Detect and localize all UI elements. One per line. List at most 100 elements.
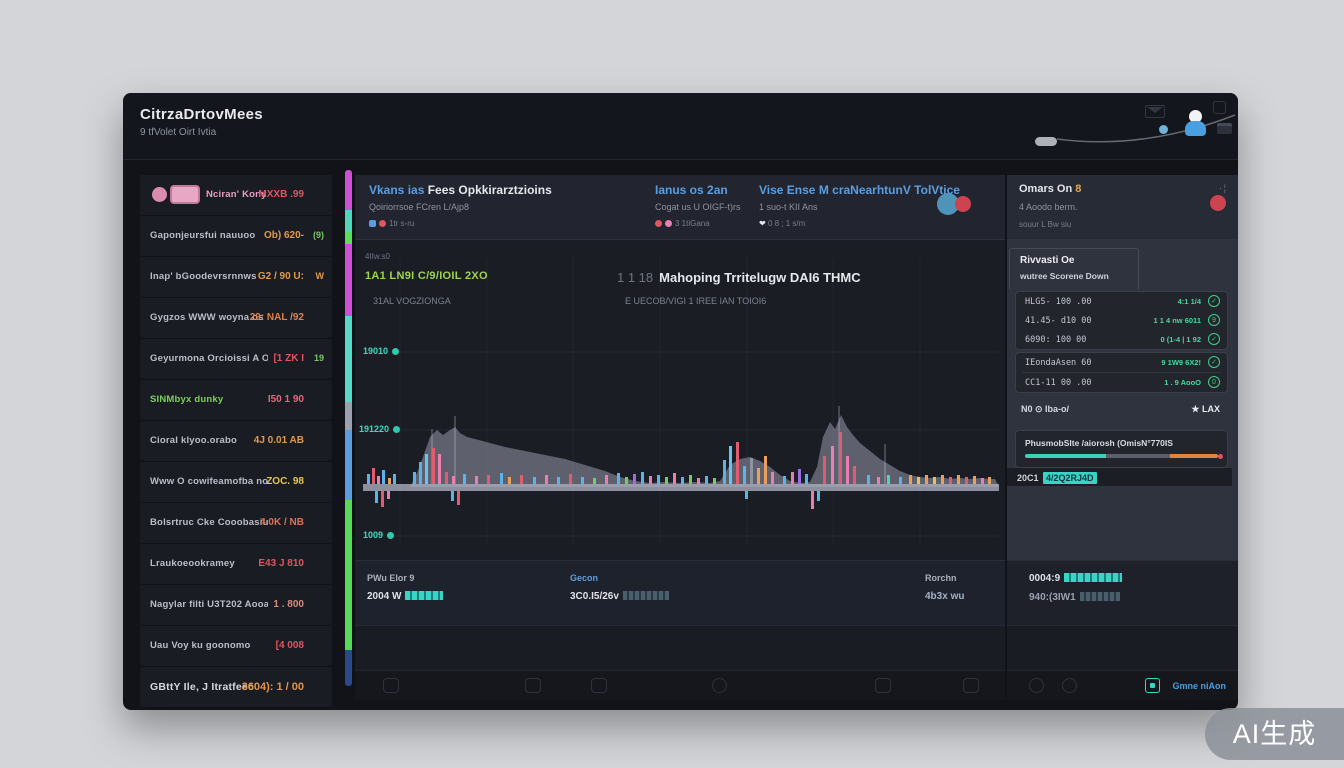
placeholder-icon[interactable] [875, 678, 891, 693]
summary-value: ★ LAX [1191, 404, 1220, 415]
placeholder-icon[interactable] [383, 678, 399, 693]
progress-card: PhusmobSlte /aiorosh (OmisN°770IS [1015, 430, 1228, 468]
sidebar-item[interactable]: Nagylar filti U3T202 Aooak 1 . 800 [140, 585, 332, 626]
column1-title: Fees Opkkirarztzioins [428, 183, 552, 197]
empty-band [355, 625, 1005, 670]
item-value2: W [316, 271, 325, 281]
accent-strip [345, 170, 352, 686]
sidebar-item[interactable]: Bolsrtruc Cke Cooobasiu lyo 4 0K / NB [140, 503, 332, 544]
item-value: 29: NAL /92 [250, 312, 304, 323]
placeholder-icon[interactable] [525, 678, 541, 693]
printer-icon[interactable] [1217, 123, 1232, 134]
red-dot-icon [655, 220, 662, 227]
table-row[interactable]: IEondaAsen 60 9 1W9 6X2! ✓ [1016, 353, 1227, 372]
stat-value: 940:(3IW1 [1029, 592, 1076, 603]
stat-block: PWu Elor 9 2004 W [367, 573, 443, 602]
row-value-left: IEondaAsen 60 [1025, 358, 1092, 368]
main-footer-bar [355, 670, 1005, 700]
status-badge: ✓ [1208, 356, 1220, 368]
avatar[interactable] [1185, 110, 1207, 136]
row-value-left: CC1-11 00 .00 [1025, 378, 1092, 388]
item-value: MXXB .99 [258, 189, 304, 200]
sidebar-item[interactable]: Lraukoeookramey E43 J 810 [140, 544, 332, 585]
window-icon[interactable] [1213, 101, 1226, 114]
item-value: 4 0K / NB [260, 517, 304, 528]
sidebar-item[interactable]: Www O cowifeamofba no ZOC. 98 [140, 462, 332, 503]
table-row[interactable]: 6090: 100 00 0 (1-4 | 1 92 ✓ [1016, 330, 1227, 349]
sidebar-item[interactable]: Nciran' Kony MXXB .99 [140, 175, 332, 216]
item-value2: 19 [314, 353, 324, 363]
right-title: Omars On [1019, 183, 1075, 195]
summary-row[interactable]: N0 ⊙ Iba-o/ ★ LAX [1015, 400, 1228, 420]
right-title-badge: 8 [1075, 183, 1081, 195]
mail-icon[interactable] [1145, 105, 1165, 118]
ai-watermark: AI生成 [1205, 708, 1344, 760]
item-value: 3604): 1 / 00 [242, 681, 304, 693]
sidebar-item[interactable]: Geyurmona Orcioissi A O Un [1 ZK I 19 [140, 339, 332, 380]
top-bar: CitrzaDrtovMees 9 tfVolet Oirt Ivtia [123, 93, 1238, 160]
row-value-right: 4:1 1/4 [1178, 297, 1201, 306]
row-value-right: 1 . 9 AooO [1164, 378, 1201, 387]
app-subtitle: 9 tfVolet Oirt Ivtia [140, 127, 216, 138]
item-label: Gaponjeursfui nauuoo [150, 230, 255, 241]
sidebar-item[interactable]: GBttY Ile, J Itratfeec 3604): 1 / 00 [140, 667, 332, 708]
status-badge: ✓ [1208, 333, 1220, 345]
sidebar-item[interactable]: Cioral klyoo.orabo 4J 0.01 AB [140, 421, 332, 462]
column2-subtitle: Cogat us U OIGF-t)rs [655, 202, 741, 212]
item-label: Nagylar filti U3T202 Aooak [150, 599, 268, 610]
main-panel: Vkans ias Fees Opkkirarztzioins Qoiriorr… [355, 175, 1005, 700]
table-row[interactable]: CC1-11 00 .00 1 . 9 AooO 0 [1016, 373, 1227, 392]
right-body: Rivvasti Oe wutree Scorene Down HLGS- 10… [1007, 240, 1238, 560]
detail-tab[interactable]: Rivvasti Oe wutree Scorene Down [1009, 248, 1139, 289]
right-header: Omars On 8 4 Aoodo berm. souur L Bw siu … [1007, 175, 1238, 240]
detail-tab-subtitle: wutree Scorene Down [1020, 271, 1128, 281]
slider-pill[interactable] [1035, 137, 1057, 146]
status-circle-red [955, 196, 971, 212]
table-row[interactable]: 41.45- d10 00 1 1 4 nw 6011 9 [1016, 311, 1227, 330]
value-highlight [1080, 592, 1120, 601]
detail-table-card: HLGS- 100 .00 4:1 1/4 ✓ 41.45- d10 00 1 … [1015, 291, 1228, 350]
placeholder-icon[interactable] [1062, 678, 1077, 693]
header-column-3[interactable]: Vise Ense M craNearhtunV TolVtice 1 suo-… [759, 183, 960, 228]
stat-value: 0004:9 [1029, 573, 1060, 584]
item-value: [4 008 [276, 640, 304, 651]
highlighted-link-row[interactable]: 20C1 4/2Q2RJ4D [1007, 468, 1232, 486]
header-column-1[interactable]: Vkans ias Fees Opkkirarztzioins Qoiriorr… [369, 183, 552, 228]
status-circle-red [1210, 195, 1226, 211]
status-badge: 9 [1208, 314, 1220, 326]
stat-label: PWu Elor 9 [367, 573, 443, 583]
item-value: E43 J 810 [258, 558, 304, 569]
red-dot-icon [379, 220, 386, 227]
header-column-2[interactable]: Ianus os 2an Cogat us U OIGF-t)rs 3 1tiG… [655, 183, 741, 228]
link-text: 4/2Q2RJ4D [1043, 472, 1097, 484]
item-label: Inap' bGoodevrsrnnws [150, 271, 257, 282]
detail-table-card-2: IEondaAsen 60 9 1W9 6X2! ✓ CC1-11 00 .00… [1015, 352, 1228, 393]
placeholder-icon[interactable] [1029, 678, 1044, 693]
progress-end-dot [1218, 454, 1223, 459]
overflow-menu-icon[interactable]: ∙¦ [1219, 183, 1228, 193]
stat-label: Rorchn [925, 573, 964, 583]
placeholder-icon[interactable] [591, 678, 607, 693]
item-thumbnail-icon [170, 185, 200, 204]
chart-area: 4IIw.s0 1A1 LN9I C/9/IOIL 2XO 31AL VOGZI… [355, 240, 1005, 560]
column2-title: Ianus os 2an [655, 183, 741, 197]
sidebar-item[interactable]: Gaponjeursfui nauuoo Ob) 620- (9) [140, 216, 332, 257]
item-label: Uau Voy ku goonomo [150, 640, 251, 651]
sidebar-item[interactable]: Inap' bGoodevrsrnnws G2 / 90 U: W [140, 257, 332, 298]
table-row[interactable]: HLGS- 100 .00 4:1 1/4 ✓ [1016, 292, 1227, 311]
notification-dot [1159, 125, 1168, 134]
sidebar-item-selected[interactable]: SINMbyx dunky I50 1 90 [140, 380, 332, 421]
stat-block: 0004:9 940:(3IW1 [1029, 573, 1122, 603]
item-label: Lraukoeookramey [150, 558, 235, 569]
placeholder-icon[interactable] [963, 678, 979, 693]
blue-square-icon [369, 220, 376, 227]
right-footer-bar: Gmne niAon [1007, 670, 1238, 700]
value-highlight [623, 591, 669, 600]
sidebar-item[interactable]: Uau Voy ku goonomo [4 008 [140, 626, 332, 667]
main-stats-band: PWu Elor 9 2004 W Gecon 3C0.I5/26v Rorch… [355, 560, 1005, 625]
guide-link[interactable]: Gmne niAon [1145, 677, 1226, 695]
placeholder-icon[interactable] [712, 678, 727, 693]
sidebar-item[interactable]: Gygzos WWW woyna os 29: NAL /92 [140, 298, 332, 339]
price-chart [355, 240, 1005, 560]
app-title: CitrzaDrtovMees [140, 106, 263, 123]
